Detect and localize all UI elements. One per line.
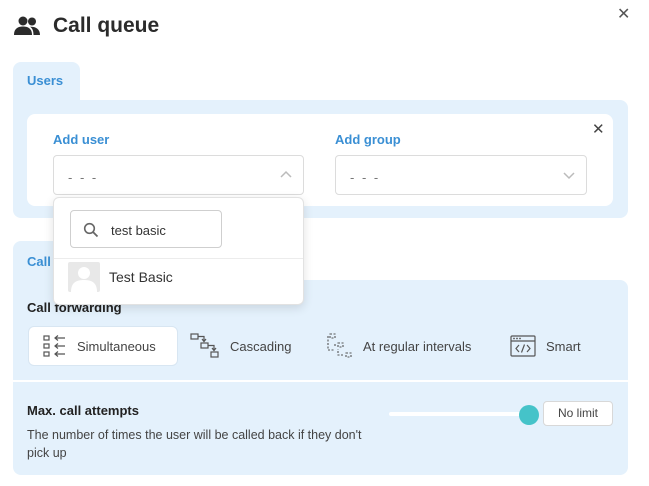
remove-user-card-icon[interactable]: ✕ (592, 122, 605, 137)
option-cascading[interactable]: Cascading (176, 326, 306, 366)
add-user-label: Add user (53, 132, 110, 147)
option-label: Smart (546, 338, 581, 354)
add-user-value: - - - (68, 170, 99, 185)
divider (13, 380, 628, 382)
code-window-icon (510, 335, 536, 357)
tab-users[interactable]: Users (13, 62, 80, 102)
cascading-icon (190, 333, 219, 358)
dropdown-result-item[interactable]: Test Basic (68, 262, 173, 292)
add-group-select[interactable]: - - - (335, 155, 587, 195)
add-user-select[interactable]: - - - (53, 155, 304, 195)
header: Call queue (14, 10, 159, 42)
intervals-icon (327, 333, 352, 358)
avatar (68, 262, 100, 292)
user-placeholder-icon (71, 267, 97, 292)
attempts-value-badge: No limit (543, 401, 613, 426)
simultaneous-icon (43, 335, 65, 357)
chevron-down-icon (563, 172, 575, 180)
user-dropdown: Test Basic (53, 197, 304, 305)
option-at-regular-intervals[interactable]: At regular intervals (311, 326, 496, 366)
attempts-slider-handle[interactable] (519, 405, 539, 425)
max-attempts-description: The number of times the user will be cal… (27, 428, 362, 460)
dropdown-separator (54, 258, 303, 259)
user-search-input[interactable] (111, 220, 216, 240)
max-attempts-title: Max. call attempts (27, 403, 139, 418)
add-group-value: - - - (350, 170, 381, 185)
option-label: Simultaneous (77, 338, 156, 354)
page-title: Call queue (53, 14, 160, 37)
option-smart[interactable]: Smart (496, 326, 606, 366)
search-icon (83, 222, 99, 238)
chevron-up-icon (280, 170, 292, 178)
dropdown-result-label: Test Basic (109, 269, 173, 285)
user-search-box[interactable] (70, 210, 222, 248)
close-icon[interactable]: ✕ (617, 7, 630, 23)
add-group-label: Add group (335, 132, 401, 147)
attempts-slider-track[interactable] (389, 412, 529, 416)
option-simultaneous[interactable]: Simultaneous (28, 326, 178, 366)
people-icon (14, 16, 40, 35)
option-label: At regular intervals (363, 338, 472, 354)
option-label: Cascading (230, 338, 292, 354)
